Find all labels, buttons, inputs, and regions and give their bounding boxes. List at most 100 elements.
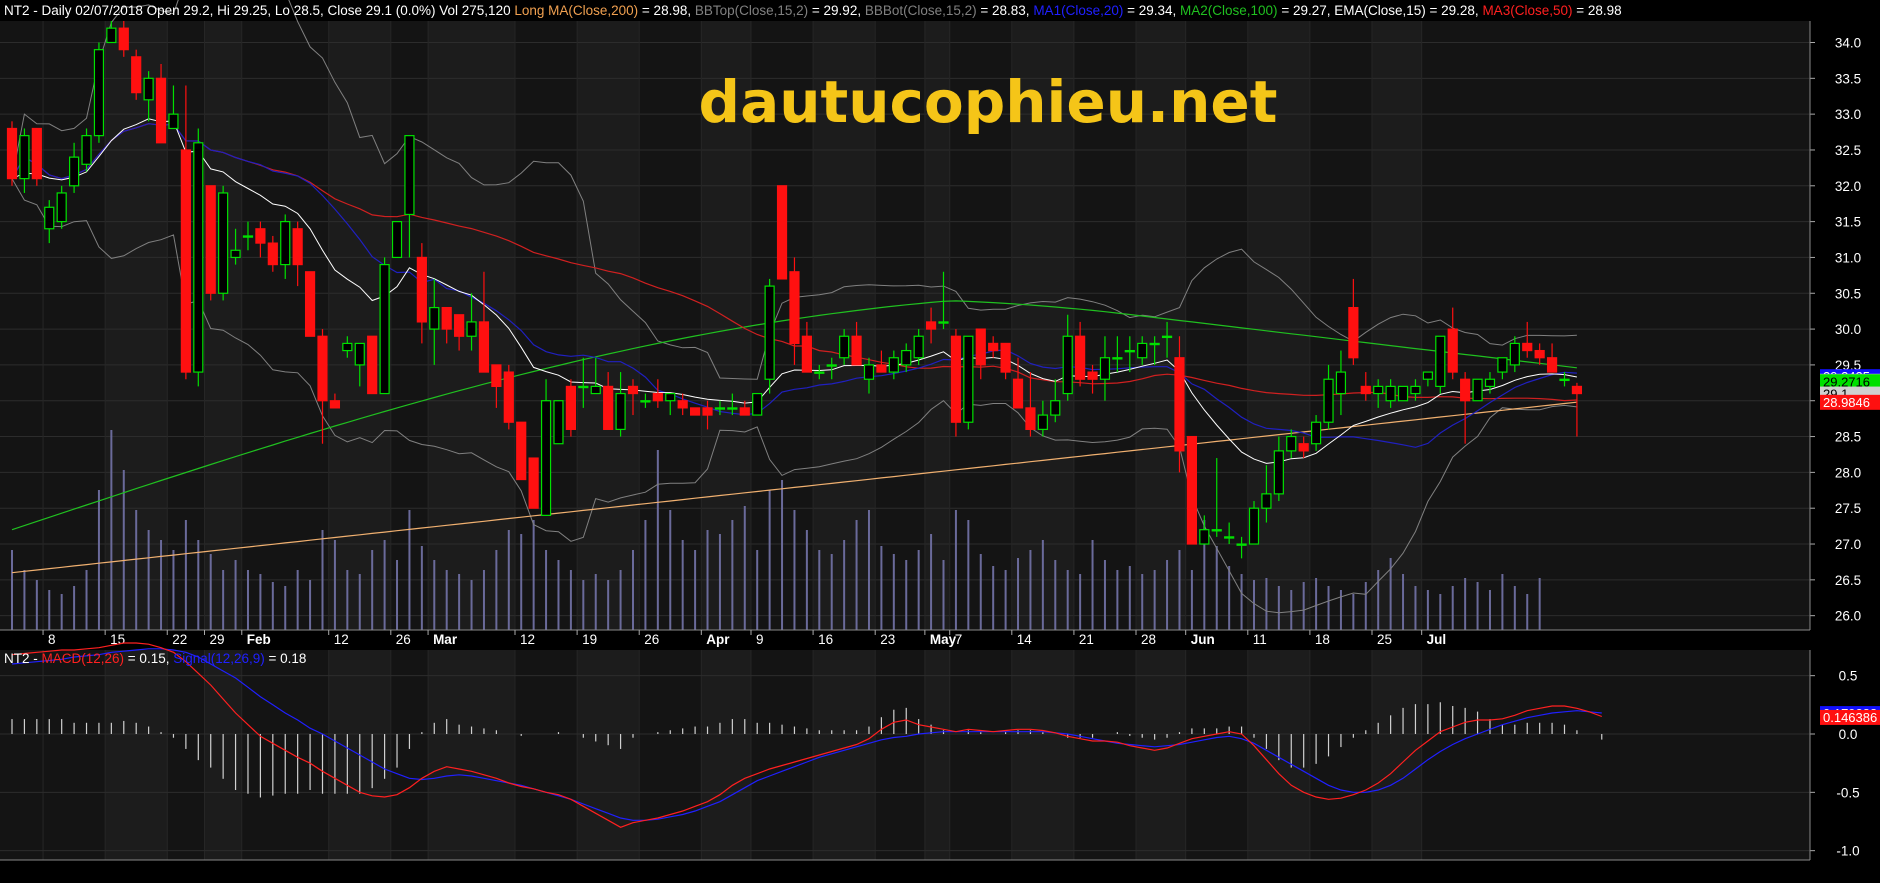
candle-body: [155, 77, 167, 144]
candle-body: [925, 321, 937, 330]
macd-tick-label: -1.0: [1836, 844, 1859, 859]
candle-body: [1161, 335, 1173, 339]
header-legend-item: MA2(Close,100): [1180, 3, 1278, 18]
macd-legend-item: MACD(12,26): [42, 651, 125, 666]
header-legend-item: BBBot(Close,15,2): [865, 3, 977, 18]
candle-body: [1447, 328, 1458, 373]
x-tick-label: 25: [1377, 632, 1392, 647]
candle-body: [503, 371, 514, 423]
price-value-tag-label: 28.9846: [1823, 395, 1870, 410]
candle-body: [1248, 507, 1260, 545]
candle-body: [764, 285, 775, 380]
price-tick-label: 26.5: [1835, 573, 1861, 588]
candle-body: [1546, 357, 1558, 373]
macd-tick-label: 0.5: [1839, 669, 1858, 684]
price-tick-label: 27.5: [1835, 501, 1861, 516]
candle-body: [1422, 371, 1433, 380]
x-tick-label: Apr: [706, 632, 730, 647]
candle-body: [1025, 407, 1036, 430]
price-tick-label: 31.0: [1835, 250, 1861, 265]
candle-body: [975, 328, 986, 366]
x-tick-label: 8: [48, 632, 56, 647]
price-tick-label: 30.5: [1835, 286, 1861, 301]
candle-body: [528, 457, 539, 509]
x-tick-label: 26: [644, 632, 659, 647]
candle-body: [1012, 378, 1024, 409]
candle-body: [689, 407, 701, 416]
candle-body: [342, 342, 353, 352]
x-tick-label: Jul: [1427, 632, 1447, 647]
candle-body: [714, 407, 726, 410]
candle-body: [553, 400, 564, 445]
candle-body: [193, 142, 204, 373]
candle-body: [304, 271, 316, 337]
candle-body: [1075, 335, 1086, 380]
candle-body: [540, 400, 552, 516]
candle-body: [242, 235, 254, 238]
candle-body: [640, 400, 651, 403]
candle-body: [1124, 349, 1135, 353]
candle-body: [106, 27, 117, 44]
candle-body: [205, 185, 216, 294]
macd-legend-item: = 0.18: [265, 651, 307, 666]
x-tick-label: 11: [1253, 632, 1267, 647]
candle-body: [454, 314, 465, 337]
header-info: - Daily 02/07/2018 Open 29.2, Hi 29.25, …: [30, 3, 515, 18]
candle-body: [1050, 400, 1061, 416]
candle-body: [404, 135, 415, 216]
candle-body: [1484, 378, 1496, 387]
candle-body: [280, 221, 291, 266]
macd-tick-label: -0.5: [1836, 785, 1859, 800]
candle-body: [31, 127, 42, 180]
candle-body: [1000, 342, 1011, 373]
price-tick-label: 33.0: [1835, 107, 1861, 122]
candle-body: [1224, 536, 1235, 539]
candle-body: [1410, 385, 1421, 395]
candle-body: [429, 306, 440, 330]
candle-body: [913, 335, 924, 359]
candle-body: [727, 407, 738, 410]
price-tick-label: 34.0: [1835, 35, 1861, 50]
candle-body: [1348, 306, 1359, 359]
price-tick-label: 31.5: [1835, 215, 1861, 230]
header-legend-item: MA1(Close,20): [1033, 3, 1123, 18]
week-band: [1371, 21, 1422, 630]
week-band: [577, 21, 640, 630]
x-tick-label: Feb: [247, 632, 271, 647]
candle-body: [1112, 357, 1123, 360]
candle-body: [131, 56, 142, 94]
week-band: [701, 650, 751, 860]
candle-body: [1199, 529, 1210, 545]
week-band: [1136, 650, 1186, 860]
x-tick-label: 26: [396, 632, 411, 647]
candle-body: [950, 335, 962, 423]
candle-body: [1186, 435, 1198, 545]
price-tick-label: 32.0: [1835, 179, 1861, 194]
candle-body: [1397, 385, 1409, 402]
price-tick-label: 32.5: [1835, 143, 1861, 158]
candle-body: [44, 206, 55, 230]
candle-body: [367, 335, 378, 395]
candle-body: [1310, 421, 1322, 445]
x-tick-label: 22: [172, 632, 187, 647]
header-legend-item: = 28.98: [1572, 3, 1621, 18]
candle-body: [1286, 435, 1297, 452]
macd-pane[interactable]: -1.0-0.50.00.50.1792880.146386: [0, 642, 1880, 861]
header-legend-item: = 29.34,: [1123, 3, 1180, 18]
price-tick-label: 26.0: [1835, 609, 1861, 624]
candle-body: [702, 407, 713, 416]
candle-body: [56, 192, 67, 223]
price-tick-label: 27.0: [1835, 537, 1861, 552]
header-legend-item: BBTop(Close,15,2): [695, 3, 808, 18]
week-band: [813, 650, 876, 860]
candle-body: [814, 371, 825, 374]
candle-body: [615, 392, 626, 430]
candle-body: [627, 385, 639, 395]
x-tick-label: May: [930, 632, 957, 647]
candle-body: [491, 364, 502, 388]
stock-chart[interactable]: 26.026.527.027.528.028.529.029.530.030.5…: [0, 0, 1880, 878]
candle-body: [901, 349, 912, 366]
candle-body: [565, 385, 577, 430]
header-legend-item: EMA(Close,15): [1334, 3, 1426, 18]
candle-body: [441, 306, 452, 330]
